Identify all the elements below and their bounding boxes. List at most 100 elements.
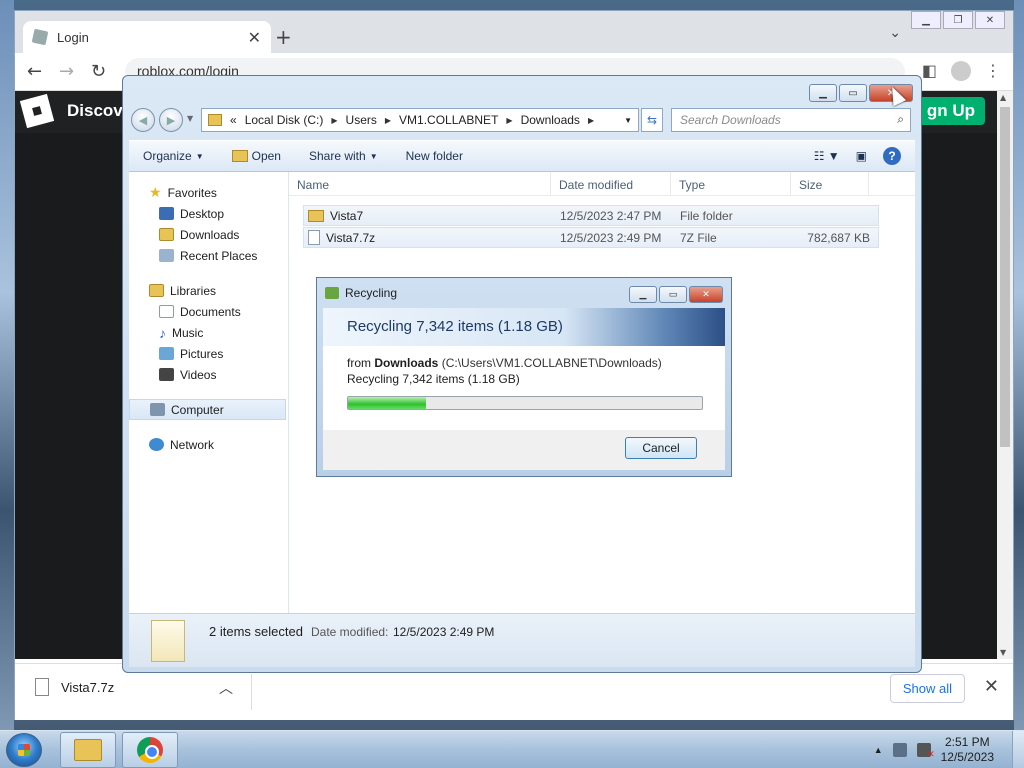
address-dropdown-icon[interactable]: ▼ [624, 116, 632, 125]
breadcrumb-separator-icon[interactable]: ▶ [588, 116, 594, 125]
breadcrumb-local-disk[interactable]: Local Disk (C:) [245, 113, 324, 127]
chrome-restore-button[interactable]: ❐ [943, 11, 973, 29]
reload-icon[interactable]: ↻ [91, 61, 106, 82]
search-icon[interactable]: ⌕ [897, 112, 904, 127]
column-size[interactable]: Size [791, 172, 869, 195]
change-view-icon[interactable]: ☷ ▼ [814, 149, 840, 163]
forward-button[interactable]: ▶ [159, 108, 183, 132]
address-breadcrumb[interactable]: « Local Disk (C:) ▶ Users ▶ VM1.COLLABNE… [201, 108, 639, 132]
dialog-footer: Cancel [323, 430, 725, 470]
explorer-icon [74, 739, 102, 761]
open-button[interactable]: Open [218, 149, 295, 163]
nav-libraries[interactable]: Libraries [129, 280, 288, 301]
nav-label: Computer [171, 402, 224, 417]
nav-recent-places[interactable]: Recent Places [129, 245, 288, 266]
show-hidden-icons-icon[interactable]: ▲ [874, 745, 883, 755]
chevron-up-icon[interactable]: ︿ [219, 678, 233, 698]
nav-music[interactable]: ♪ Music [129, 322, 288, 343]
show-all-button[interactable]: Show all [889, 674, 965, 703]
tab-close-icon[interactable]: ✕ [248, 28, 261, 47]
chrome-minimize-button[interactable]: ▁ [911, 11, 941, 29]
volume-muted-icon[interactable] [916, 743, 935, 760]
back-arrow-icon[interactable]: ← [27, 61, 42, 82]
nav-videos[interactable]: Videos [129, 364, 288, 385]
roblox-favicon-icon [31, 28, 49, 46]
documents-icon [159, 305, 174, 318]
new-folder-button[interactable]: New folder [392, 149, 477, 163]
nav-favorites[interactable]: ★ Favorites [129, 182, 288, 203]
clock[interactable]: 2:51 PM 12/5/2023 [941, 735, 994, 765]
nav-downloads[interactable]: Downloads [129, 224, 288, 245]
column-name[interactable]: Name [289, 172, 551, 195]
refresh-icon[interactable]: ⇆ [641, 108, 663, 132]
folder-icon [308, 209, 324, 222]
back-button[interactable]: ◀ [131, 108, 155, 132]
tab-search-chevron-icon[interactable]: ⌄ [889, 25, 901, 41]
open-label: Open [251, 149, 281, 163]
nav-pictures[interactable]: Pictures [129, 343, 288, 364]
close-icon[interactable]: ✕ [984, 676, 999, 697]
nav-computer[interactable]: Computer [129, 399, 286, 420]
nav-label: Downloads [180, 227, 240, 242]
forward-arrow-icon[interactable]: → [59, 61, 74, 82]
explorer-maximize-button[interactable]: ▭ [839, 84, 867, 102]
roblox-logo-icon[interactable] [19, 93, 55, 129]
preview-pane-icon[interactable]: ▣ [856, 149, 867, 163]
folder-icon [208, 114, 222, 126]
nav-desktop[interactable]: Desktop [129, 203, 288, 224]
scroll-up-icon[interactable]: ▲ [1000, 93, 1006, 102]
new-tab-button[interactable]: + [275, 25, 292, 49]
start-button[interactable] [6, 733, 42, 767]
dialog-titlebar: Recycling [325, 286, 397, 300]
pictures-icon [159, 347, 174, 360]
scroll-down-icon[interactable]: ▼ [1000, 648, 1006, 657]
sidebar-icon[interactable]: ◧ [922, 61, 937, 81]
column-date-modified[interactable]: Date modified [551, 172, 671, 195]
tab-title: Login [57, 29, 89, 45]
sign-up-button[interactable]: gn Up [916, 97, 985, 125]
discover-link[interactable]: Discov [67, 101, 123, 121]
chrome-close-button[interactable]: ✕ [975, 11, 1005, 29]
breadcrumb-separator-icon[interactable]: ▶ [331, 116, 337, 125]
scrollbar-thumb[interactable] [1000, 107, 1010, 447]
file-name: Vista7.7z [326, 230, 376, 245]
nav-label: Music [172, 325, 204, 340]
tab-login[interactable]: Login ✕ [23, 21, 271, 53]
explorer-minimize-button[interactable]: ▁ [809, 84, 837, 102]
breadcrumb-separator-icon[interactable]: ▶ [385, 116, 391, 125]
taskbar-chrome-button[interactable] [122, 732, 178, 768]
nav-documents[interactable]: Documents [129, 301, 288, 322]
file-icon [308, 230, 320, 245]
cancel-button[interactable]: Cancel [625, 437, 697, 459]
source-folder-link[interactable]: Downloads [374, 356, 438, 370]
desktop-background-left [0, 0, 14, 730]
file-row-vista7-7z[interactable]: Vista7.7z 12/5/2023 2:49 PM 7Z File 782,… [303, 227, 879, 248]
dialog-maximize-button[interactable]: ▭ [659, 286, 687, 303]
download-item[interactable]: Vista7.7z [35, 678, 114, 696]
music-icon: ♪ [159, 324, 166, 341]
dialog-close-button[interactable]: ✕ [689, 286, 723, 303]
help-icon[interactable]: ? [883, 147, 901, 165]
taskbar-explorer-button[interactable] [60, 732, 116, 768]
nav-network[interactable]: Network [129, 434, 288, 455]
desktop-background-right [1014, 0, 1024, 730]
profile-avatar-icon[interactable] [951, 61, 971, 81]
show-desktop-button[interactable] [1012, 731, 1024, 768]
organize-menu[interactable]: Organize ▼ [129, 149, 218, 163]
breadcrumb-users[interactable]: Users [346, 113, 377, 127]
search-input[interactable]: Search Downloads ⌕ [671, 108, 911, 132]
breadcrumb-overflow[interactable]: « [230, 113, 237, 127]
more-menu-icon[interactable]: ⋮ [985, 61, 1001, 81]
from-prefix: from [347, 356, 371, 370]
dialog-minimize-button[interactable]: ▁ [629, 286, 657, 303]
network-tray-icon[interactable] [892, 743, 907, 757]
chevron-down-icon: ▼ [369, 151, 378, 161]
column-type[interactable]: Type [671, 172, 791, 195]
share-with-menu[interactable]: Share with ▼ [295, 149, 392, 163]
breadcrumb-separator-icon[interactable]: ▶ [506, 116, 512, 125]
breadcrumb-user[interactable]: VM1.COLLABNET [399, 113, 498, 127]
file-row-vista7[interactable]: Vista7 12/5/2023 2:47 PM File folder [303, 205, 879, 226]
recent-pages-dropdown-icon[interactable]: ▼ [187, 114, 193, 123]
page-scrollbar[interactable]: ▲ ▼ [997, 91, 1013, 659]
breadcrumb-downloads[interactable]: Downloads [521, 113, 580, 127]
